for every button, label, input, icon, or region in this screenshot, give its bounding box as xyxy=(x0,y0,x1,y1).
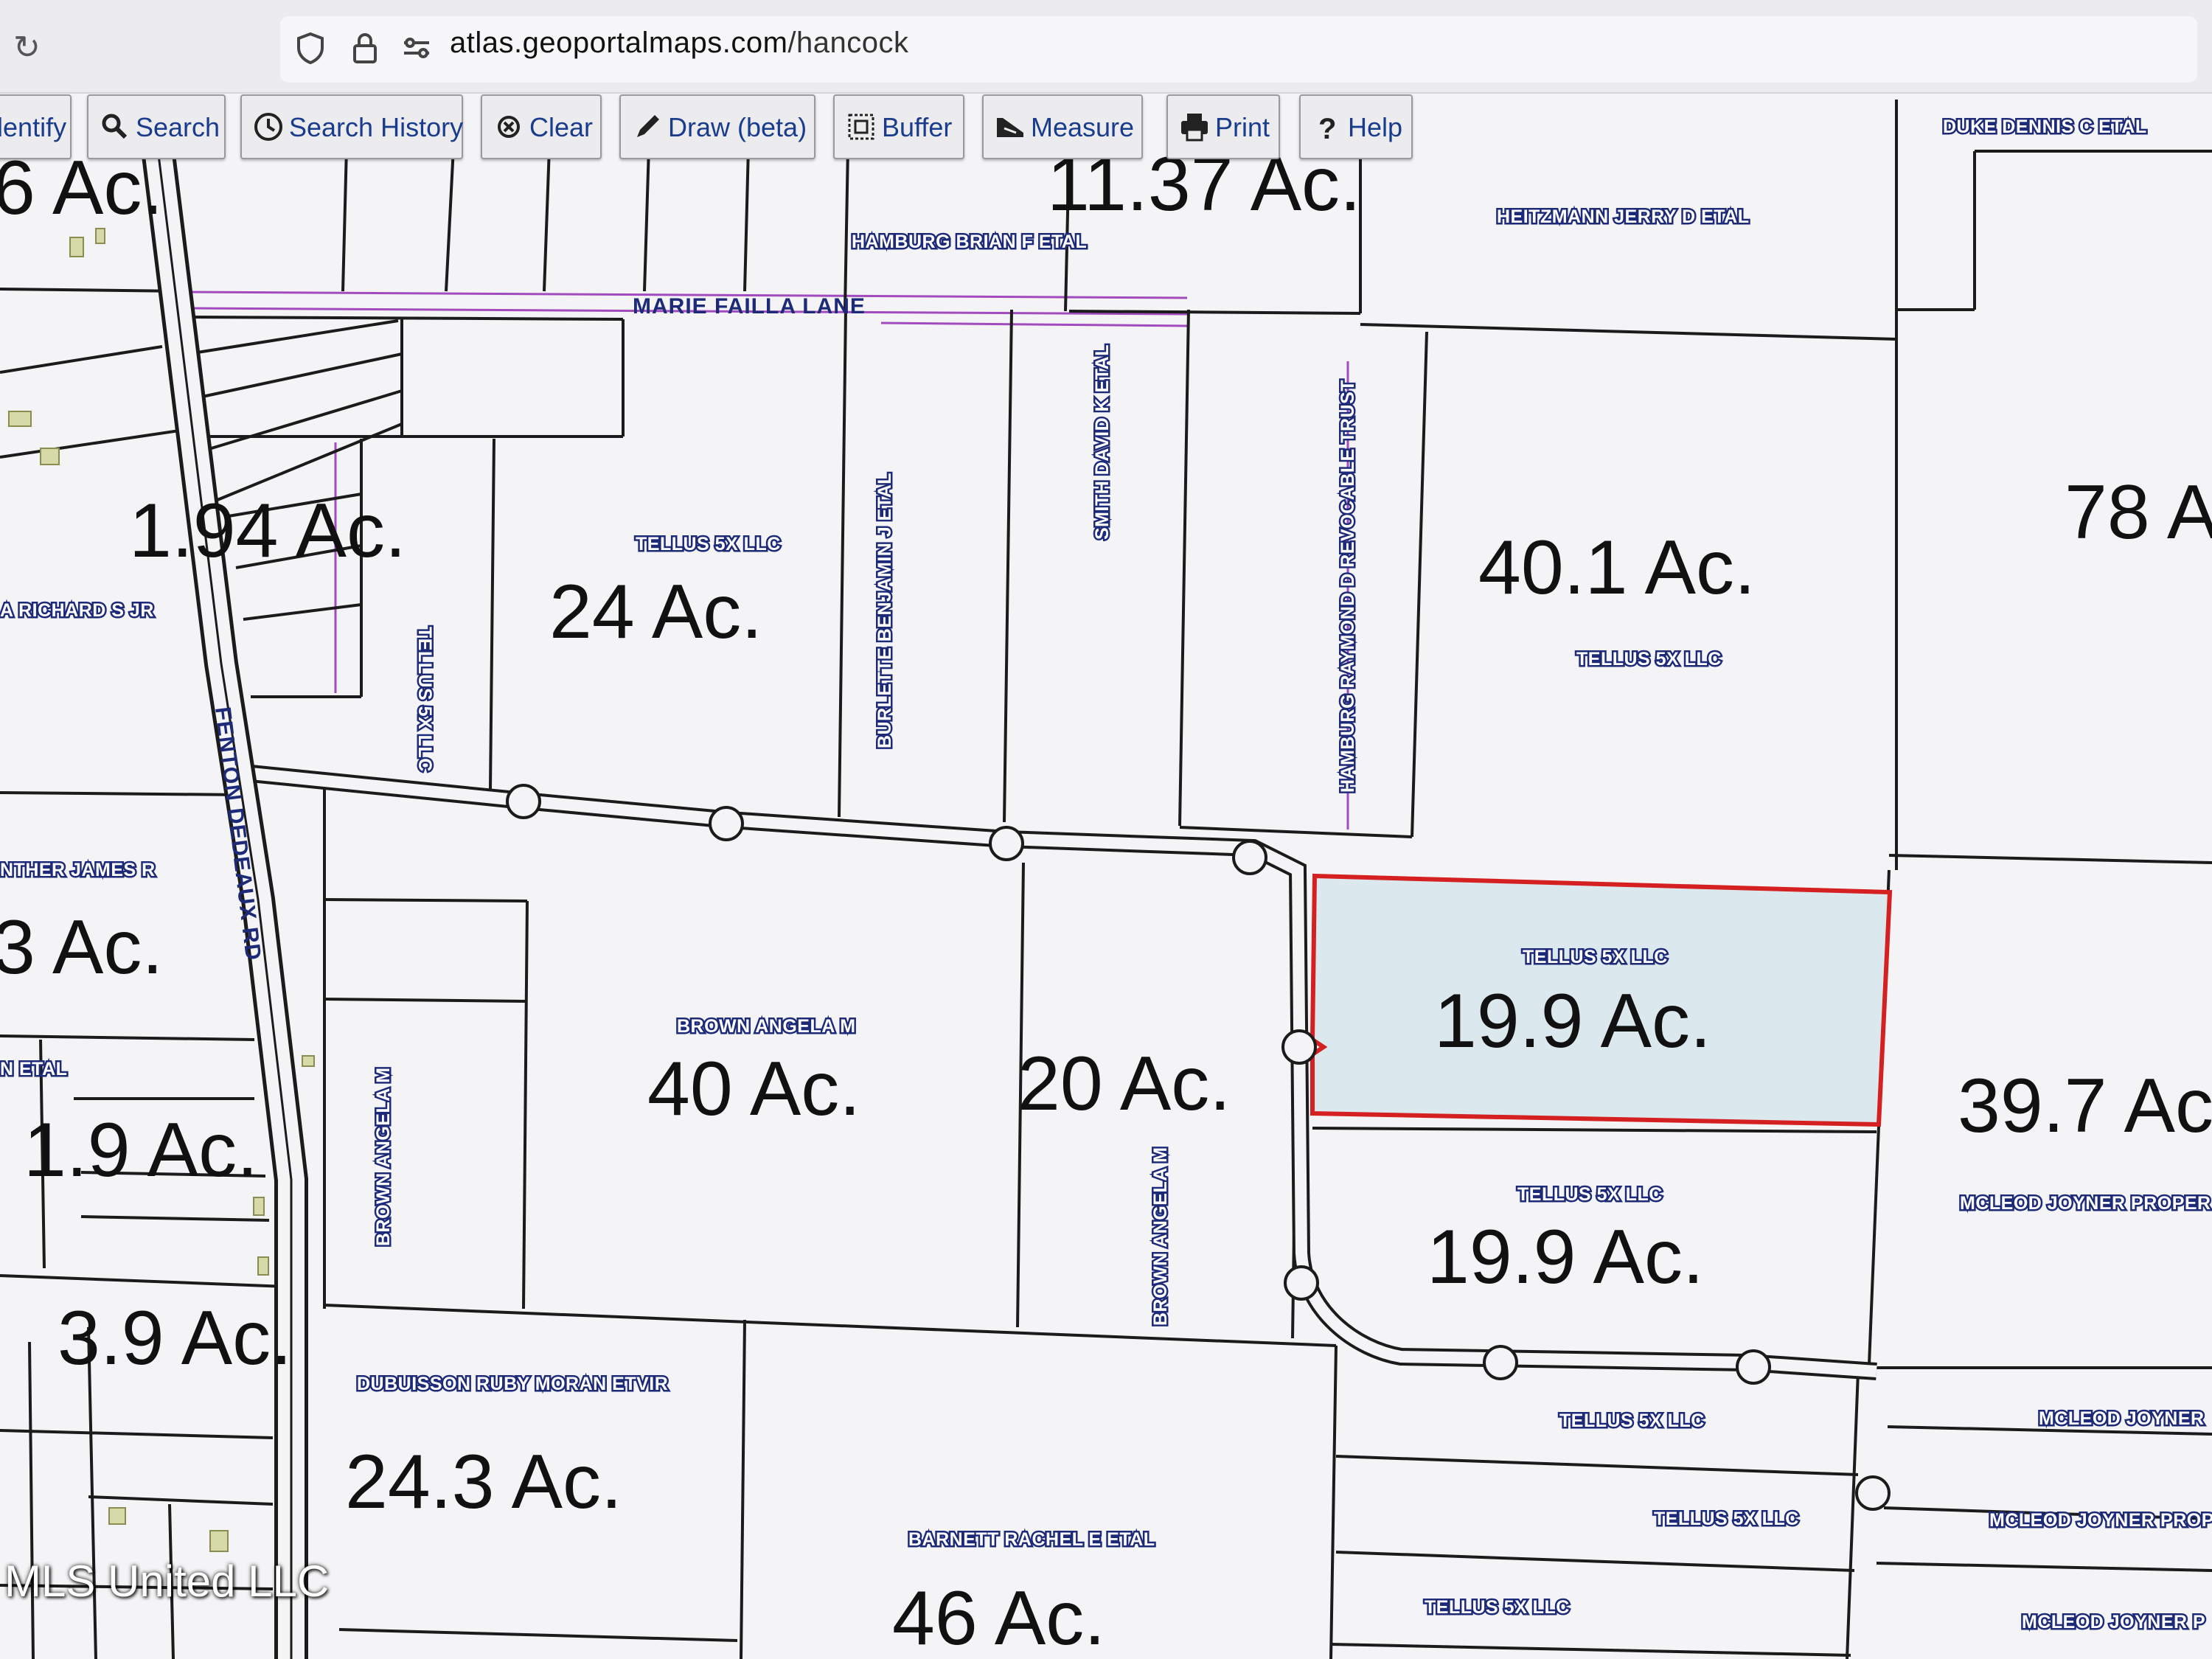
acreage-label: 19.9 Ac. xyxy=(1427,1214,1704,1300)
clear-icon xyxy=(498,116,520,138)
owner-label: TELLUS 5X LLC xyxy=(1523,947,1668,967)
lock-icon[interactable] xyxy=(347,29,383,66)
draw-button[interactable]: Draw (beta) xyxy=(619,94,815,159)
search-icon xyxy=(102,114,128,139)
buffer-button[interactable]: Buffer xyxy=(833,94,964,159)
acreage-label: 3.9 Ac. xyxy=(58,1295,292,1381)
owner-label: TELLUS 5X LLC xyxy=(1576,649,1722,669)
owner-label: TELLUS 5X LLC xyxy=(1517,1184,1663,1205)
measure-button[interactable]: Measure xyxy=(982,94,1143,159)
clock-icon xyxy=(254,113,282,141)
owner-label: BROWN ANGELA M xyxy=(1150,1147,1171,1326)
identify-button[interactable]: Identify xyxy=(0,94,72,159)
search-label: Search xyxy=(136,112,220,142)
owner-label: BROWN ANGELA M xyxy=(677,1016,856,1037)
url-text[interactable]: atlas.geoportalmaps.com/hancock xyxy=(450,27,909,60)
identify-label: Identify xyxy=(0,112,67,142)
help-label: Help xyxy=(1348,112,1403,142)
acreage-label: 39.7 Ac. xyxy=(1958,1063,2212,1149)
acreage-label: 1.9 Ac. xyxy=(24,1107,258,1193)
owner-label: MCLEOD JOYNER PROPER xyxy=(1960,1193,2211,1214)
url-domain: atlas.geoportalmaps.com xyxy=(450,27,788,59)
svg-text:?: ? xyxy=(1318,113,1336,143)
acreage-label: 24.3 Ac. xyxy=(345,1439,622,1525)
draw-label: Draw (beta) xyxy=(668,112,807,142)
search-history-button[interactable]: Search History xyxy=(240,94,463,159)
owner-label: TELLUS 5X LLC xyxy=(1559,1411,1705,1431)
owner-label: HAMBURG BRIAN F ETAL xyxy=(852,232,1087,252)
clear-label: Clear xyxy=(529,112,594,142)
browser-toolbar: ↻ atlas.geoportalmaps.com/hancock xyxy=(0,0,2212,94)
acreage-label: 40 Ac. xyxy=(647,1046,860,1132)
owner-label: TELLUS 5X LLC xyxy=(1425,1597,1570,1618)
ruler-icon xyxy=(997,118,1023,137)
owner-label: DUKE DENNIS C ETAL xyxy=(1943,116,2147,137)
help-icon: ? xyxy=(1318,113,1336,143)
acreage-label: 20 Ac. xyxy=(1018,1041,1231,1127)
owner-label: BARNETT RACHEL E ETAL xyxy=(908,1529,1155,1550)
owner-label: BROWN ANGELA M xyxy=(373,1067,394,1246)
acreage-label: 78 Ac. xyxy=(2065,470,2212,555)
owner-label: MCLEOD JOYNER P xyxy=(2022,1612,2205,1632)
owner-label: MCLEOD JOYNER xyxy=(2039,1408,2205,1429)
owner-label: TELLUS 5X LLC xyxy=(1654,1509,1799,1529)
clear-button[interactable]: Clear xyxy=(481,94,602,159)
owner-label: N ETAL xyxy=(0,1059,67,1079)
search-button[interactable]: Search xyxy=(87,94,226,159)
owner-label: HEITZMANN JERRY D ETAL xyxy=(1497,206,1750,227)
print-label: Print xyxy=(1215,112,1270,142)
selected-acreage-label: 19.9 Ac. xyxy=(1434,978,1711,1064)
map-background xyxy=(0,94,2212,1659)
search-history-label: Search History xyxy=(289,112,464,142)
owner-label: MCLEOD JOYNER PROP xyxy=(1989,1510,2212,1531)
reload-icon[interactable]: ↻ xyxy=(13,29,50,66)
help-button[interactable]: ? Help xyxy=(1299,94,1413,159)
pencil-icon xyxy=(637,115,659,137)
acreage-label: 24 Ac. xyxy=(549,569,762,655)
measure-label: Measure xyxy=(1031,112,1135,142)
owner-label: TELLUS 5X LLC xyxy=(414,627,435,772)
acreage-label: 46 Ac. xyxy=(892,1576,1105,1659)
watermark: MLS United LLC xyxy=(4,1557,330,1606)
owner-label: HAMBURG RAYMOND D REVOCABLE TRUST xyxy=(1338,380,1358,793)
acreage-label: 40.1 Ac. xyxy=(1478,525,1756,611)
printer-icon xyxy=(1181,114,1208,142)
shield-icon[interactable] xyxy=(292,29,329,66)
owner-label: A RICHARD S JR xyxy=(0,600,154,621)
parcel-map[interactable]: MARIE FAILLA LANE FENTON DEDEAUX RD 6 Ac… xyxy=(0,94,2212,1659)
owner-label: NTHER JAMES R xyxy=(0,860,156,880)
permissions-icon[interactable] xyxy=(398,29,435,66)
buffer-label: Buffer xyxy=(882,112,953,142)
owner-label: TELLUS 5X LLC xyxy=(636,534,781,554)
road-label-marie-failla: MARIE FAILLA LANE xyxy=(633,294,866,319)
print-button[interactable]: Print xyxy=(1166,94,1280,159)
acreage-label: 1.94 Ac. xyxy=(129,488,406,574)
owner-label: BURLETTE BENJAMIN J ETAL xyxy=(874,473,895,748)
url-path: /hancock xyxy=(787,27,909,59)
acreage-label: 3 Ac. xyxy=(0,905,163,990)
owner-label: DUBUISSON RUBY MORAN ETVIR xyxy=(357,1374,668,1394)
buffer-icon xyxy=(848,114,874,140)
owner-label: SMITH DAVID K ETAL xyxy=(1092,344,1113,540)
